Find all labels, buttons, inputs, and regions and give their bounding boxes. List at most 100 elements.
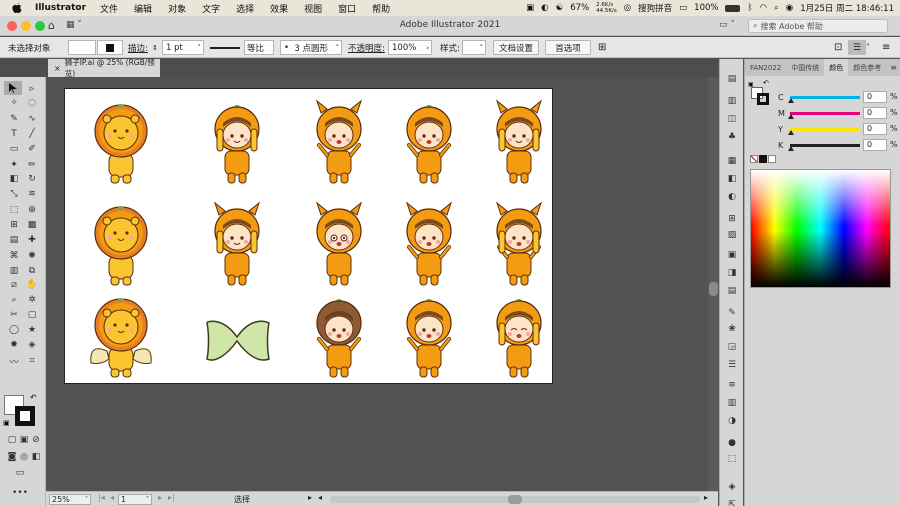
- style-dropdown[interactable]: ˅: [462, 40, 486, 55]
- hscroll-left-icon[interactable]: ◂: [318, 493, 322, 502]
- next-artboard-icon[interactable]: ▸: [158, 493, 162, 502]
- bluetooth-icon[interactable]: ᛒ: [747, 3, 752, 13]
- layers-icon[interactable]: ◈: [726, 481, 738, 493]
- white-swatch[interactable]: [768, 155, 776, 163]
- menu-edit[interactable]: 编辑: [134, 2, 152, 15]
- free-transform-tool-icon[interactable]: ⬚: [7, 204, 21, 216]
- pathfinder-icon[interactable]: ◨: [726, 267, 738, 279]
- character-artwork[interactable]: [203, 99, 271, 191]
- character-artwork[interactable]: [305, 201, 373, 293]
- menu-icon[interactable]: ≡: [726, 379, 738, 391]
- menu-file[interactable]: 文件: [100, 2, 118, 15]
- brushes-icon[interactable]: ✎: [726, 307, 738, 319]
- menu-view[interactable]: 视图: [304, 2, 322, 15]
- draw-inside-icon[interactable]: ◧: [29, 451, 43, 463]
- column-graph-tool-icon[interactable]: ▥: [7, 265, 21, 277]
- character-artwork[interactable]: [485, 293, 553, 385]
- symbol-sprayer-tool-icon[interactable]: ✺: [25, 250, 39, 262]
- align-icon[interactable]: ▤: [726, 285, 738, 297]
- rounded-rect-tool-icon[interactable]: ▢: [25, 309, 39, 321]
- star-tool-icon[interactable]: ★: [25, 324, 39, 336]
- type-tool-icon[interactable]: T: [7, 128, 21, 140]
- pen-tool-icon[interactable]: ✎: [7, 113, 21, 125]
- stroke-color-swatch[interactable]: [97, 40, 123, 55]
- warp-tool-icon[interactable]: 〰: [7, 355, 21, 368]
- swatches-icon[interactable]: ▣: [726, 249, 738, 261]
- hscroll-right-icon[interactable]: ▸: [704, 493, 708, 502]
- battery-status[interactable]: 67%: [570, 3, 589, 13]
- eyedropper-tool-icon[interactable]: ✚: [25, 234, 39, 246]
- pencil-tool-icon[interactable]: ✏: [25, 159, 39, 171]
- help-search-input[interactable]: ⌕ 搜索 Adobe 帮助: [748, 19, 888, 33]
- none-mode-icon[interactable]: ⊘: [29, 434, 43, 446]
- tab-fan2022[interactable]: FAN2022: [745, 59, 786, 76]
- rotate-tool-icon[interactable]: ↻: [25, 173, 39, 185]
- artboard-number-field[interactable]: 1 ˅: [118, 494, 152, 505]
- menu-effect[interactable]: 效果: [270, 2, 288, 15]
- gradient-icon[interactable]: ▥: [726, 397, 738, 409]
- menu-object[interactable]: 对象: [168, 2, 186, 15]
- first-artboard-icon[interactable]: |◂: [98, 493, 105, 502]
- zoom-field[interactable]: 25% ˅: [49, 494, 91, 505]
- chevron-down-icon[interactable]: ˅: [866, 40, 870, 55]
- line-tool-icon[interactable]: ╱: [25, 128, 39, 140]
- search-icon[interactable]: ⌕: [774, 3, 779, 13]
- profile-dropdown[interactable]: 等比: [244, 40, 274, 55]
- slice-tool-icon[interactable]: ⧄: [7, 279, 21, 291]
- stroke-label[interactable]: 描边:: [128, 40, 148, 55]
- width-tool-icon[interactable]: ≋: [25, 188, 39, 200]
- ellipse-tool-icon[interactable]: ◯: [7, 324, 21, 336]
- slider-handle[interactable]: [788, 146, 794, 151]
- character-artwork[interactable]: [395, 293, 463, 385]
- slider-track[interactable]: [790, 128, 860, 131]
- club-symbols-icon[interactable]: ♣: [726, 131, 738, 143]
- live-paint-tool-icon[interactable]: ◈: [25, 339, 39, 351]
- tab-color[interactable]: 颜色: [824, 59, 849, 76]
- stroke-weight-stepper-icon[interactable]: ⇕: [152, 40, 158, 55]
- slider-track[interactable]: [790, 96, 860, 99]
- control-icon[interactable]: ◐: [541, 3, 548, 13]
- stroke-swatch[interactable]: [15, 406, 35, 426]
- sync-icon[interactable]: ☯: [556, 3, 564, 13]
- prev-artboard-icon[interactable]: ◂: [110, 493, 114, 502]
- default-colors-icon[interactable]: ▣: [3, 419, 10, 427]
- slider-track[interactable]: [790, 144, 860, 147]
- keyboard-icon[interactable]: ▭: [679, 3, 687, 13]
- crop-tool-icon[interactable]: ⌗: [25, 355, 39, 367]
- tab-chinese-traditional[interactable]: 中国传统: [786, 59, 824, 76]
- libraries-icon[interactable]: ▦: [726, 155, 738, 167]
- slider-handle[interactable]: [788, 130, 794, 135]
- bow-artwork[interactable]: [203, 293, 271, 385]
- panel-menu-icon[interactable]: ≡: [882, 40, 890, 55]
- color-guide-icon[interactable]: ◐: [726, 191, 738, 203]
- selection-tool[interactable]: [4, 81, 22, 95]
- scrollbar-thumb[interactable]: [709, 282, 718, 296]
- character-artwork[interactable]: [485, 99, 553, 191]
- stroke-weight-field[interactable]: 1 pt ˅: [162, 40, 204, 55]
- direct-selection-tool-icon[interactable]: ▹: [25, 83, 39, 95]
- magic-wand-tool-icon[interactable]: ✧: [7, 97, 21, 109]
- lasso-tool-icon[interactable]: ◌: [25, 97, 39, 109]
- gradient-tool-icon[interactable]: ▤: [7, 234, 21, 246]
- scale-tool-icon[interactable]: ⤡: [7, 188, 21, 200]
- transform-icon[interactable]: ⊞: [726, 213, 738, 225]
- opacity-field[interactable]: 100% ›: [388, 40, 432, 55]
- slider-handle[interactable]: [788, 98, 794, 103]
- properties-icon[interactable]: ▥: [726, 95, 738, 107]
- transparency-icon[interactable]: ◑: [726, 415, 738, 427]
- character-icon[interactable]: ◫: [726, 113, 738, 125]
- mesh-tool-icon[interactable]: ▩: [25, 219, 39, 231]
- artboard-tool-icon[interactable]: ⧉: [25, 265, 39, 277]
- brush-dropdown[interactable]: • 3 点圆形 ˅: [280, 40, 342, 55]
- slider-handle[interactable]: [788, 114, 794, 119]
- clock-datetime[interactable]: 1月25日 周二 18:46:11: [800, 2, 894, 14]
- character-artwork[interactable]: [395, 99, 463, 191]
- color-icon[interactable]: ◧: [726, 173, 738, 185]
- character-artwork[interactable]: [305, 99, 373, 191]
- panel-menu-icon[interactable]: ≡: [890, 63, 897, 72]
- character-artwork[interactable]: [305, 293, 373, 385]
- character-artwork[interactable]: [395, 201, 463, 293]
- screen-mode-icon[interactable]: ▭: [13, 467, 27, 479]
- edit-toolbar-icon[interactable]: •••: [12, 487, 28, 499]
- tab-color-guide[interactable]: 颜色参考: [848, 59, 886, 76]
